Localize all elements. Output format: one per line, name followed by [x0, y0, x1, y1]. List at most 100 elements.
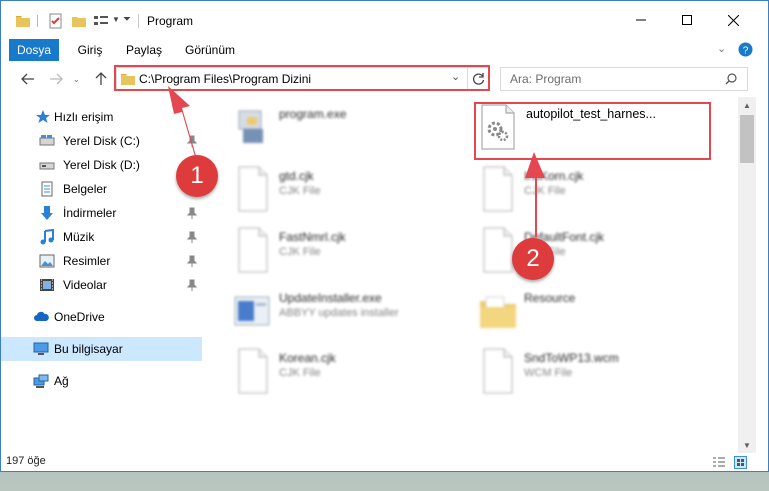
details-view-icon[interactable]: [712, 457, 726, 468]
chevron-down-icon[interactable]: ▼: [112, 15, 120, 24]
file-type: CJK File: [279, 185, 321, 197]
pin-icon[interactable]: [187, 231, 197, 243]
music-icon: [40, 229, 54, 245]
search-icon[interactable]: [725, 73, 737, 85]
sidebar-item-downloads[interactable]: İndirmeler: [1, 201, 202, 225]
forward-button[interactable]: [46, 69, 66, 89]
new-folder-icon[interactable]: [71, 13, 87, 29]
folder-icon[interactable]: [15, 13, 31, 29]
sidebar-item-this-pc[interactable]: Bu bilgisayar: [1, 337, 202, 361]
minimize-button[interactable]: [618, 1, 664, 39]
file-name: gtd.cjk: [279, 169, 314, 183]
file-type: ABBYY updates installer: [279, 307, 399, 319]
sidebar-item-label: OneDrive: [54, 310, 105, 324]
file-name: FastNmrl.cjk: [279, 230, 346, 244]
recent-locations-icon[interactable]: ⌄: [73, 75, 80, 84]
scroll-thumb[interactable]: [740, 115, 754, 163]
expand-ribbon-icon[interactable]: ⌄: [717, 42, 726, 55]
arrow-left-icon: [21, 73, 34, 85]
sidebar-item-documents[interactable]: Belgeler: [1, 177, 202, 201]
file-icon: [483, 348, 513, 394]
sidebar-item-quick-access[interactable]: Hızlı erişim: [1, 105, 202, 129]
large-icons-view-icon[interactable]: [734, 456, 747, 469]
properties-icon[interactable]: [48, 13, 64, 29]
sidebar-item-label: Resimler: [63, 254, 111, 268]
star-icon: [36, 110, 50, 123]
file-type: CJK File: [279, 246, 321, 258]
sidebar-item-videos[interactable]: Videolar: [1, 273, 202, 297]
tab-share[interactable]: Paylaş: [119, 39, 169, 61]
maximize-button[interactable]: [664, 1, 710, 39]
exe-icon: [238, 110, 263, 143]
sidebar-item-label: Videolar: [63, 278, 107, 292]
file-highlight: [474, 102, 711, 160]
address-bar-highlight: [114, 65, 490, 91]
pin-icon[interactable]: [187, 135, 197, 147]
installer-icon: [234, 296, 270, 326]
minimize-icon: [636, 19, 646, 21]
sidebar-item-pictures[interactable]: Resimler: [1, 249, 202, 273]
file-item[interactable]: UpdateInstaller.exe ABBYY updates instal…: [233, 283, 473, 339]
download-icon: [41, 206, 53, 220]
sidebar-item-label: Müzik: [63, 230, 95, 244]
up-button[interactable]: [91, 69, 111, 89]
scroll-up-icon[interactable]: ▲: [738, 97, 756, 113]
scroll-down-icon[interactable]: ▼: [738, 437, 756, 453]
file-item[interactable]: SndToWP13.wcm WCM File: [478, 343, 718, 399]
file-name: program.exe: [279, 107, 347, 121]
file-icon: [238, 227, 268, 273]
sidebar-item-label: Yerel Disk (C:): [63, 134, 140, 148]
arrow-up-icon: [95, 72, 107, 85]
file-icon: [238, 166, 268, 212]
file-type: CJK File: [524, 185, 566, 197]
sidebar-item-label: Yerel Disk (D:): [63, 158, 140, 172]
vertical-scrollbar[interactable]: ▲ ▼: [738, 97, 756, 455]
file-name: SndToWP13.wcm: [524, 351, 619, 365]
file-name: UpdateInstaller.exe: [279, 291, 382, 305]
file-icon: [238, 348, 268, 394]
file-name: Korean.cjk: [279, 351, 336, 365]
file-item[interactable]: gtd.cjk CJK File: [233, 161, 473, 217]
sidebar-item-label: Ağ: [54, 374, 69, 388]
quick-access-toolbar-icon[interactable]: ⏷: [123, 14, 131, 25]
customize-toolbar-icon[interactable]: [93, 13, 111, 29]
close-button[interactable]: [710, 1, 756, 39]
pin-icon[interactable]: [187, 207, 197, 219]
status-bar: 197 öğe: [1, 453, 768, 471]
search-box[interactable]: Ara: Program: [500, 67, 748, 91]
close-icon: [727, 14, 739, 26]
help-icon[interactable]: ?: [738, 42, 753, 57]
tab-home[interactable]: Giriş: [67, 39, 113, 61]
file-type: CJK File: [279, 367, 321, 379]
sidebar-item-music[interactable]: Müzik: [1, 225, 202, 249]
sidebar-item-local-disk-d[interactable]: Yerel Disk (D:): [1, 153, 202, 177]
pin-icon[interactable]: [187, 279, 197, 291]
file-item[interactable]: IntlKorn.cjk CJK File: [478, 161, 718, 217]
sidebar-item-label: Hızlı erişim: [54, 110, 114, 124]
search-placeholder[interactable]: Ara: Program: [510, 72, 581, 86]
tab-file[interactable]: Dosya: [9, 39, 59, 61]
video-icon: [40, 279, 54, 291]
tab-view[interactable]: Görünüm: [179, 39, 241, 61]
file-item[interactable]: Resource: [478, 283, 718, 339]
maximize-icon: [682, 15, 692, 25]
back-button[interactable]: [18, 69, 38, 89]
file-item[interactable]: program.exe: [233, 99, 473, 155]
window-title: Program: [147, 14, 194, 28]
sidebar-item-onedrive[interactable]: OneDrive: [1, 305, 202, 329]
sidebar-item-local-disk-c[interactable]: Yerel Disk (C:): [1, 129, 202, 153]
file-name: Resource: [524, 291, 576, 305]
sidebar-item-network[interactable]: Ağ: [1, 369, 202, 393]
file-item[interactable]: FastNmrl.cjk CJK File: [233, 222, 473, 278]
pin-icon[interactable]: [187, 255, 197, 267]
file-icon: [483, 227, 513, 273]
step-badge-2: 2: [512, 238, 554, 280]
title-bar: ▼ ⏷ Program: [1, 1, 768, 39]
item-count: 197 öğe: [6, 455, 46, 467]
file-item[interactable]: Korean.cjk CJK File: [233, 343, 473, 399]
title-divider: [37, 15, 38, 27]
svg-text:?: ?: [743, 46, 749, 57]
drive-icon: [39, 162, 55, 170]
drive-icon: [39, 135, 55, 146]
arrow-right-icon: [50, 73, 63, 85]
